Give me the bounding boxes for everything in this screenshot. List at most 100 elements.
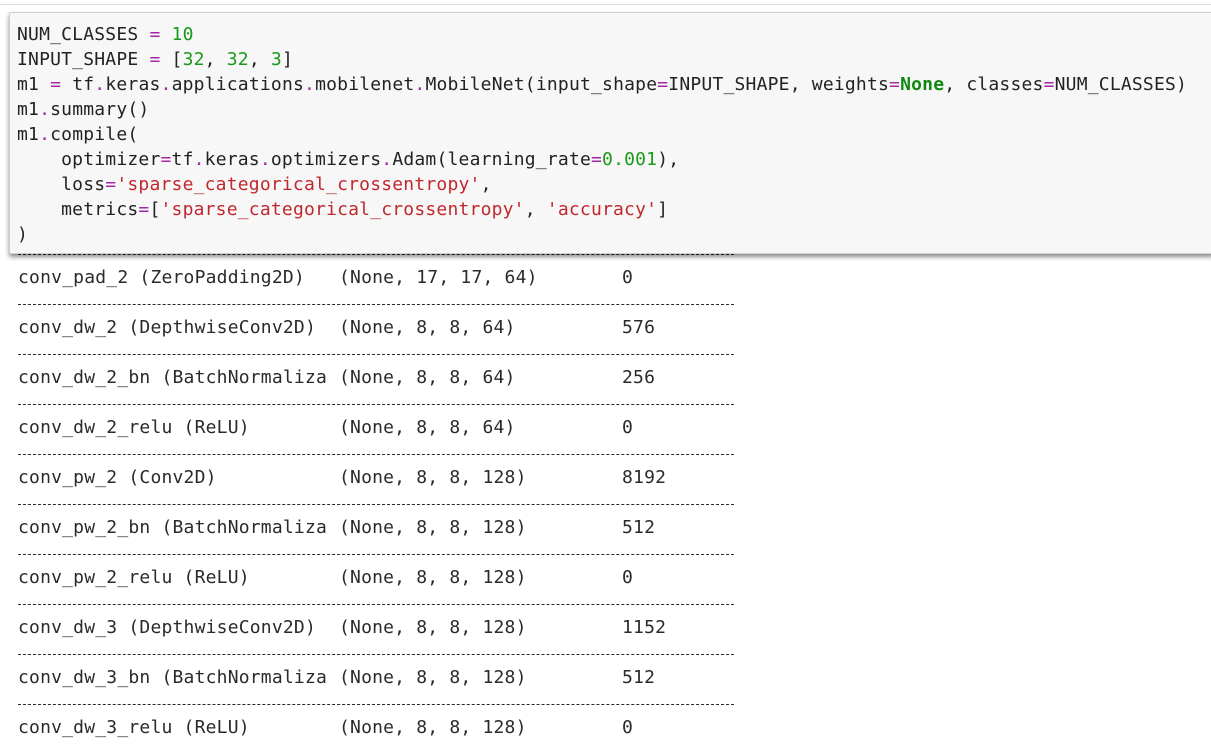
code-token: . — [39, 99, 51, 120]
code-token: m1 — [17, 99, 40, 120]
code-line: m1.compile( — [17, 124, 138, 145]
code-token: = — [105, 174, 117, 195]
code-token: . — [39, 124, 51, 145]
code-line: m1.summary() — [17, 99, 149, 120]
code-token: . — [414, 74, 426, 95]
code-token: ), — [657, 149, 680, 170]
param-count: 256 — [622, 367, 656, 388]
row-separator — [18, 254, 734, 255]
param-count: 0 — [622, 717, 634, 738]
param-count: 0 — [622, 567, 634, 588]
row-separator — [18, 304, 734, 305]
summary-row: conv_pw_2_bn (BatchNormaliza (None, 8, 8,… — [18, 502, 778, 552]
code-line: ) — [17, 224, 28, 245]
output-shape: (None, 8, 8, 128) — [339, 717, 527, 738]
summary-row: conv_pad_2 (ZeroPadding2D) (None, 17, 17,… — [18, 252, 778, 302]
code-token: , — [248, 49, 271, 70]
previous-cell-edge — [0, 0, 1211, 5]
code-token: = — [590, 149, 603, 170]
layer-name: conv_pw_2 (Conv2D) — [18, 467, 217, 488]
row-separator — [18, 554, 734, 555]
param-count: 0 — [622, 267, 634, 288]
layer-name: conv_pad_2 (ZeroPadding2D) — [18, 267, 305, 288]
code-token: = — [50, 74, 62, 95]
code-token: ] — [281, 49, 293, 70]
code-token: mobilenet — [315, 74, 415, 95]
output-shape: (None, 8, 8, 128) — [339, 467, 527, 488]
output-shape: (None, 8, 8, 64) — [339, 367, 516, 388]
code-token: keras — [105, 74, 161, 95]
code-token: , — [480, 174, 492, 195]
layer-name: conv_dw_3 (DepthwiseConv2D) — [18, 617, 316, 638]
param-count: 8192 — [622, 467, 667, 488]
row-separator — [18, 654, 734, 655]
code-token: m1 — [17, 74, 51, 95]
code-token: , classes — [944, 74, 1044, 95]
code-token: NUM_CLASSES) — [1054, 74, 1188, 95]
code-token: 10 — [171, 24, 194, 45]
code-token: [ — [160, 49, 183, 70]
param-count: 1152 — [622, 617, 667, 638]
code-token: 'sparse_categorical_crossentropy' — [116, 174, 481, 195]
param-count: 512 — [622, 667, 656, 688]
summary-row: conv_dw_3_relu (ReLU) (None, 8, 8, 128) 0 — [18, 702, 778, 752]
row-separator — [18, 504, 734, 505]
summary-row: conv_dw_2_bn (BatchNormaliza (None, 8, 8,… — [18, 352, 778, 402]
code-token: = — [149, 24, 161, 45]
layer-name: conv_dw_3_bn (BatchNormaliza — [18, 667, 328, 688]
notebook-page: conv_pad_2 (ZeroPadding2D) (None, 17, 17,… — [0, 0, 1211, 753]
output-shape: (None, 8, 8, 64) — [339, 417, 516, 438]
code-token: . — [381, 149, 393, 170]
code-token: tf — [61, 74, 95, 95]
row-separator — [18, 404, 734, 405]
code-line: NUM_CLASSES = 10 — [17, 24, 194, 45]
code-token: ] — [657, 199, 669, 220]
output-shape: (None, 8, 8, 128) — [339, 567, 527, 588]
code-token: m1 — [17, 124, 40, 145]
output-shape: (None, 8, 8, 128) — [339, 517, 527, 538]
code-line: metrics=['sparse_categorical_crossentrop… — [17, 199, 668, 220]
code-token: keras — [204, 149, 260, 170]
code-token: . — [193, 149, 205, 170]
code-token: 32 — [182, 49, 205, 70]
code-token: None — [900, 74, 945, 95]
summary-row: conv_dw_2 (DepthwiseConv2D) (None, 8, 8, … — [18, 302, 778, 352]
code-token: NUM_CLASSES — [17, 24, 150, 45]
layer-name: conv_pw_2_relu (ReLU) — [18, 567, 250, 588]
code-token: . — [259, 149, 271, 170]
output-shape: (None, 8, 8, 128) — [339, 667, 527, 688]
code-token: = — [160, 149, 172, 170]
code-line: INPUT_SHAPE = [32, 32, 3] — [17, 49, 293, 70]
param-count: 0 — [622, 417, 634, 438]
output-shape: (None, 8, 8, 128) — [339, 617, 527, 638]
code-token: 0.001 — [602, 149, 658, 170]
code-token: 32 — [226, 49, 249, 70]
code-token: . — [94, 74, 106, 95]
row-separator — [18, 354, 734, 355]
code-token: , — [204, 49, 227, 70]
code-token: INPUT_SHAPE — [17, 49, 150, 70]
output-shape: (None, 8, 8, 64) — [339, 317, 516, 338]
code-token: summary() — [50, 99, 150, 120]
code-token: = — [1043, 74, 1055, 95]
code-token: 'sparse_categorical_crossentropy' — [160, 199, 525, 220]
layer-name: conv_dw_3_relu (ReLU) — [18, 717, 250, 738]
row-separator — [18, 454, 734, 455]
code-token: compile( — [50, 124, 139, 145]
layer-name: conv_dw_2 (DepthwiseConv2D) — [18, 317, 316, 338]
code-editor[interactable]: NUM_CLASSES = 10 INPUT_SHAPE = [32, 32, … — [17, 22, 1187, 247]
code-token: optimizer — [17, 149, 161, 170]
code-token: . — [304, 74, 316, 95]
code-token: tf — [171, 149, 194, 170]
param-count: 576 — [622, 317, 656, 338]
code-line: m1 = tf.keras.applications.mobilenet.Mob… — [17, 74, 1187, 95]
code-token: 'accuracy' — [546, 199, 658, 220]
code-token: ) — [17, 224, 29, 245]
code-token: optimizers — [270, 149, 382, 170]
param-count: 512 — [622, 517, 656, 538]
code-cell[interactable]: NUM_CLASSES = 10 INPUT_SHAPE = [32, 32, … — [9, 12, 1211, 254]
summary-row: conv_dw_3_bn (BatchNormaliza (None, 8, 8,… — [18, 652, 778, 702]
summary-row: conv_dw_2_relu (ReLU) (None, 8, 8, 64) 0 — [18, 402, 778, 452]
code-token: = — [889, 74, 901, 95]
